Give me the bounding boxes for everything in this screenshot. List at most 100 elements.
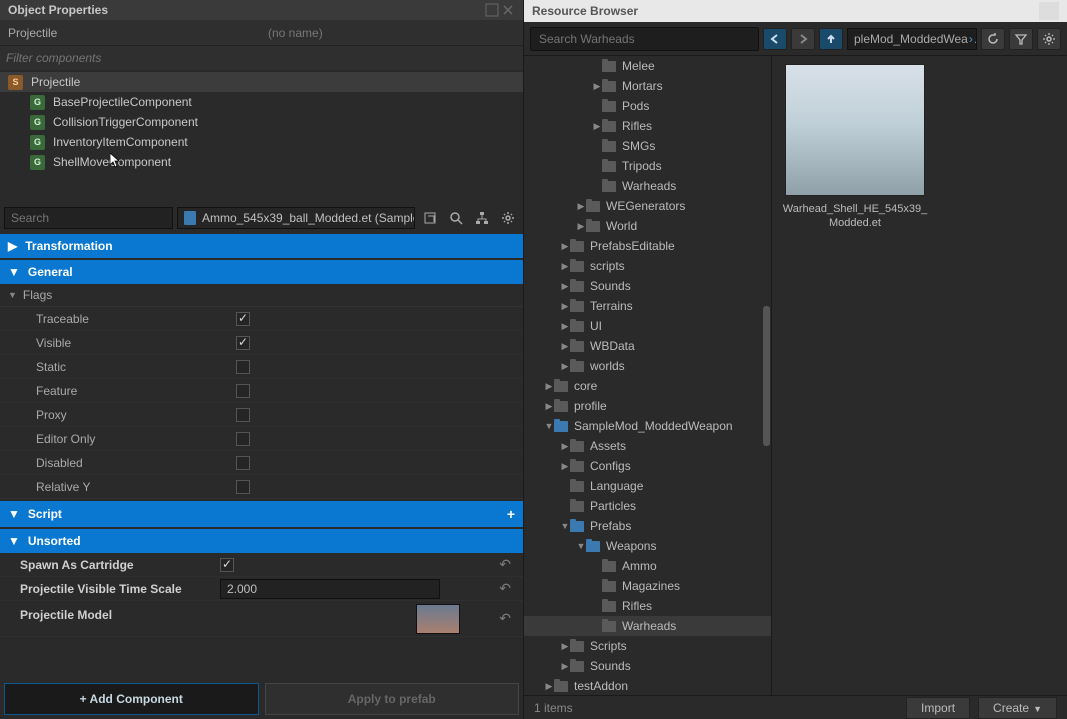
folder-icon [554,401,568,412]
folder-tree-item[interactable]: ▶profile [524,396,771,416]
folder-tree-item[interactable]: SMGs [524,136,771,156]
folder-label: scripts [590,259,625,273]
tree-caret-icon: ▶ [560,461,570,472]
component-item[interactable]: G ShellMoveComponent [0,152,523,172]
resource-item[interactable]: Warhead_Shell_HE_545x39_Modded.et [780,64,930,231]
folder-tree-item[interactable]: Language [524,476,771,496]
folder-tree-item[interactable]: Melee [524,56,771,76]
folder-tree-item[interactable]: Magazines [524,576,771,596]
close-icon[interactable] [1039,2,1059,20]
nav-back-button[interactable] [763,28,787,50]
folder-icon [602,101,616,112]
import-button[interactable]: Import [906,697,970,719]
component-root[interactable]: S Projectile [0,72,523,92]
folder-tree-item[interactable]: ▶testAddon [524,676,771,695]
open-external-button[interactable] [419,207,441,229]
folder-tree-item[interactable]: ▶Rifles [524,116,771,136]
flag-checkbox[interactable] [236,480,250,494]
folder-icon [602,61,616,72]
hierarchy-button[interactable] [471,207,493,229]
flag-checkbox[interactable] [236,360,250,374]
folder-label: SMGs [622,139,655,153]
component-icon: G [30,115,45,130]
flag-checkbox[interactable] [236,384,250,398]
folder-tree-item[interactable]: ▶Sounds [524,656,771,676]
close-icon[interactable] [501,3,515,17]
flag-checkbox[interactable] [236,408,250,422]
revert-button[interactable]: ↶ [499,556,511,573]
folder-tree-item[interactable]: ▼Weapons [524,536,771,556]
folder-tree-item[interactable]: ▶Assets [524,436,771,456]
object-name[interactable]: (no name) [268,26,323,40]
folder-icon [602,581,616,592]
add-component-button[interactable]: + Add Component [4,683,259,715]
resource-browser-titlebar: Resource Browser [524,0,1067,22]
breadcrumb[interactable]: pleMod_ModdedWea›...›W [847,28,977,50]
folder-label: Particles [590,499,636,513]
folder-tree-item[interactable]: Warheads [524,616,771,636]
folder-tree-item[interactable]: ▶Mortars [524,76,771,96]
folder-tree-item[interactable]: ▶Scripts [524,636,771,656]
component-item[interactable]: G BaseProjectileComponent [0,92,523,112]
component-item[interactable]: G InventoryItemComponent [0,132,523,152]
folder-tree-item[interactable]: ▶core [524,376,771,396]
folder-tree-item[interactable]: Rifles [524,596,771,616]
folder-tree-item[interactable]: ▶worlds [524,356,771,376]
folder-tree[interactable]: Melee▶MortarsPods▶RiflesSMGsTripodsWarhe… [524,56,772,695]
create-button[interactable]: Create▼ [978,697,1057,719]
folder-tree-item[interactable]: Ammo [524,556,771,576]
folder-tree-item[interactable]: ▼SampleMod_ModdedWeapon [524,416,771,436]
filter-components-input[interactable] [6,51,517,65]
folder-tree-item[interactable]: ▶World [524,216,771,236]
prefab-file-selector[interactable]: Ammo_545x39_ball_Modded.et (SampleMod) ▼ [177,207,415,229]
refresh-button[interactable] [981,28,1005,50]
section-general[interactable]: ▼ General [0,260,523,284]
settings-button[interactable] [1037,28,1061,50]
folder-tree-item[interactable]: ▶Terrains [524,296,771,316]
flag-checkbox[interactable] [236,336,250,350]
revert-button[interactable]: ↶ [499,580,511,597]
scrollbar-thumb[interactable] [763,306,770,446]
folder-tree-item[interactable]: ▶scripts [524,256,771,276]
folder-tree-item[interactable]: ▶WEGenerators [524,196,771,216]
flag-row: Feature [0,379,523,403]
folder-icon [602,181,616,192]
flag-checkbox[interactable] [236,456,250,470]
folder-tree-item[interactable]: ▶Sounds [524,276,771,296]
flag-checkbox[interactable] [236,312,250,326]
model-thumbnail[interactable] [416,604,460,634]
input-visible-time-scale[interactable] [220,579,440,599]
panel-window-icon[interactable] [485,3,499,17]
filter-button[interactable] [1009,28,1033,50]
flags-group-header[interactable]: ▼ Flags [0,284,523,307]
folder-tree-item[interactable]: Pods [524,96,771,116]
folder-tree-item[interactable]: Particles [524,496,771,516]
folder-tree-item[interactable]: ▶PrefabsEditable [524,236,771,256]
nav-up-button[interactable] [819,28,843,50]
folder-tree-item[interactable]: ▶UI [524,316,771,336]
add-script-button[interactable]: + [507,506,515,522]
nav-forward-button[interactable] [791,28,815,50]
folder-tree-item[interactable]: ▶Configs [524,456,771,476]
folder-tree-item[interactable]: Warheads [524,176,771,196]
object-type-row: Projectile (no name) [0,20,523,46]
folder-tree-item[interactable]: ▶WBData [524,336,771,356]
revert-button[interactable]: ↶ [499,610,511,627]
folder-tree-item[interactable]: Tripods [524,156,771,176]
section-transformation[interactable]: ▶ Transformation [0,234,523,258]
property-search-input[interactable] [4,207,173,229]
section-script[interactable]: ▼ Script + [0,501,523,527]
settings-button[interactable] [497,207,519,229]
tree-caret-icon: ▼ [544,421,554,431]
folder-label: core [574,379,597,393]
folder-tree-item[interactable]: ▼Prefabs [524,516,771,536]
resource-search-input[interactable] [530,27,759,51]
resource-grid[interactable]: Warhead_Shell_HE_545x39_Modded.et [772,56,1067,695]
checkbox-spawn-as-cartridge[interactable] [220,558,234,572]
search-button[interactable] [445,207,467,229]
item-count: 1 items [534,701,898,715]
component-item[interactable]: G CollisionTriggerComponent [0,112,523,132]
section-unsorted[interactable]: ▼ Unsorted [0,529,523,553]
tree-caret-icon: ▶ [544,681,554,692]
flag-checkbox[interactable] [236,432,250,446]
